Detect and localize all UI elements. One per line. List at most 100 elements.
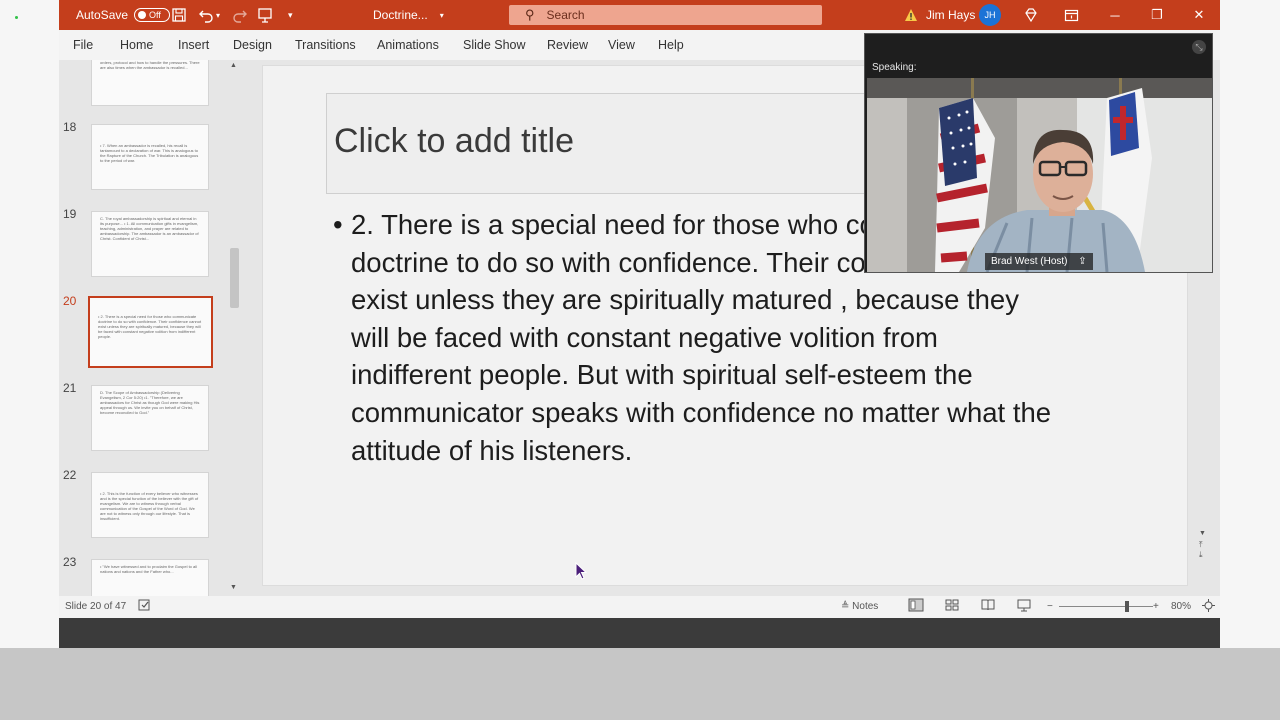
zoom-out-button[interactable]: −: [1047, 601, 1053, 612]
scroll-down-icon[interactable]: ▼: [1199, 530, 1213, 537]
title-bar: AutoSave Off ▾ ▾ Doctrine... ▾ ⚲ Search …: [59, 0, 1220, 30]
slide-thumbnail[interactable]: D. The Scope of Ambassadorship (Deliveri…: [91, 385, 209, 451]
mouse-cursor-icon: [575, 562, 587, 580]
slide-thumbnail-active[interactable]: • 2. There is a special need for those w…: [88, 296, 213, 368]
slide-number: 20: [63, 294, 77, 308]
slide-position[interactable]: Slide 20 of 47: [65, 601, 126, 612]
normal-view-icon[interactable]: [908, 598, 924, 615]
host-name-label: Brad West (Host) ⇪: [985, 253, 1093, 270]
search-placeholder: Search: [546, 8, 585, 22]
close-button[interactable]: ✕: [1179, 0, 1219, 30]
title-placeholder-text: Click to add title: [334, 122, 574, 160]
warning-icon[interactable]: [904, 0, 918, 30]
file-name[interactable]: Doctrine... ▾: [373, 0, 444, 30]
minimize-icon: ─: [1110, 7, 1120, 23]
redo-button[interactable]: [232, 0, 248, 30]
minimize-button[interactable]: ─: [1095, 0, 1135, 30]
scroll-up-icon[interactable]: ▲: [230, 62, 237, 69]
user-name[interactable]: Jim Hays: [926, 0, 975, 30]
undo-icon: [199, 10, 213, 23]
bullet: •: [333, 209, 343, 240]
notes-icon: ≜: [841, 601, 850, 612]
autosave-toggle[interactable]: Off: [134, 8, 171, 22]
slide-number: 18: [63, 120, 77, 134]
autosave-label: AutoSave: [76, 8, 129, 22]
user-avatar[interactable]: JH: [979, 0, 1001, 30]
present-button[interactable]: [257, 0, 273, 30]
taskbar: [59, 618, 1220, 648]
zoom-level[interactable]: 80%: [1171, 601, 1191, 612]
slide-number: 21: [63, 381, 77, 395]
desktop-right-strip: [1220, 0, 1280, 648]
tab-transitions[interactable]: Transitions: [295, 38, 356, 52]
file-name-label: Doctrine...: [373, 8, 428, 22]
close-icon: ✕: [1193, 7, 1205, 22]
host-name: Brad West (Host): [991, 256, 1068, 267]
tab-animations[interactable]: Animations: [377, 38, 439, 52]
ribbon-display-button[interactable]: [1064, 0, 1079, 30]
autosave-state: Off: [149, 10, 161, 20]
thumbnail-text: • 2. This is the function of every belie…: [100, 491, 199, 521]
speaking-label: Speaking:: [872, 62, 917, 73]
avatar: JH: [979, 4, 1001, 26]
speaker-video: [867, 78, 1212, 272]
slideshow-view-icon[interactable]: [1017, 599, 1031, 615]
slide-scrollbar[interactable]: ▼ ⤒ ⤓: [1199, 530, 1213, 560]
title-placeholder[interactable]: Click to add title: [326, 93, 926, 194]
tab-file[interactable]: File: [73, 38, 93, 52]
save-icon: [172, 8, 186, 22]
tab-design[interactable]: Design: [233, 38, 272, 52]
slide-thumbnail[interactable]: Spiritual perspective. The Lord Jesus Ch…: [91, 60, 209, 106]
diamond-icon: [1025, 8, 1037, 23]
status-bar: Slide 20 of 47 ≜ Notes − + 80%: [59, 596, 1220, 618]
reading-view-icon[interactable]: [981, 599, 995, 614]
undo-button[interactable]: ▾: [198, 0, 220, 30]
slide-number: 22: [63, 468, 77, 482]
thumbnail-scrollbar[interactable]: ▲ ▼: [227, 60, 241, 596]
tab-insert[interactable]: Insert: [178, 38, 209, 52]
tab-view[interactable]: View: [608, 38, 635, 52]
scroll-thumb[interactable]: [230, 248, 239, 308]
collapse-video-icon[interactable]: ⤡: [1192, 40, 1206, 54]
zoom-slider[interactable]: [1059, 601, 1153, 612]
desktop-left-strip: [0, 0, 59, 648]
scroll-down-icon[interactable]: ▼: [230, 584, 237, 591]
restore-icon: ❐: [1151, 7, 1163, 22]
tab-review[interactable]: Review: [547, 38, 588, 52]
undo-dropdown-icon[interactable]: ▾: [216, 11, 220, 20]
slide-thumbnail-pane: Spiritual perspective. The Lord Jesus Ch…: [59, 60, 249, 596]
save-button[interactable]: [171, 0, 187, 30]
thumbnail-text: Spiritual perspective. The Lord Jesus Ch…: [100, 60, 200, 70]
zoom-slider-thumb[interactable]: [1124, 601, 1129, 612]
video-call-overlay[interactable]: ⤡ Speaking: Brad West (Host) ⇪: [864, 33, 1213, 273]
redo-icon: [233, 10, 247, 23]
slide-thumbnail[interactable]: C. The royal ambassadorship is spiritual…: [91, 211, 209, 277]
slide-thumbnail[interactable]: • 7. When an ambassador is recalled, his…: [91, 124, 209, 190]
notes-button[interactable]: ≜ Notes: [841, 601, 878, 612]
restore-button[interactable]: ❐: [1137, 0, 1177, 30]
present-icon: [258, 8, 272, 23]
customize-toolbar-icon[interactable]: ▾: [288, 0, 293, 30]
notes-label: Notes: [852, 601, 879, 612]
fit-to-window-icon[interactable]: [1202, 599, 1215, 615]
accessibility-icon[interactable]: [138, 599, 151, 615]
tab-slide-show[interactable]: Slide Show: [463, 38, 526, 52]
slide-number: 19: [63, 207, 77, 221]
thumbnail-text: • "We have witnessed and to proclaim the…: [100, 564, 198, 574]
tab-home[interactable]: Home: [120, 38, 153, 52]
premium-button[interactable]: [1023, 0, 1039, 30]
thumbnail-text: • 2. There is a special need for those w…: [98, 314, 202, 339]
previous-slide-icon[interactable]: ⤒: [1199, 540, 1213, 550]
zoom-in-button[interactable]: +: [1153, 601, 1159, 612]
speaker-video-image: [867, 78, 1212, 272]
thumbnail-text: C. The royal ambassadorship is spiritual…: [100, 216, 199, 241]
slide-sorter-icon[interactable]: [945, 599, 959, 614]
slide-thumbnail[interactable]: • 2. This is the function of every belie…: [91, 472, 209, 538]
slide-thumbnail[interactable]: • "We have witnessed and to proclaim the…: [91, 559, 209, 596]
share-icon[interactable]: ⇪: [1078, 256, 1086, 267]
autosave[interactable]: AutoSave Off: [76, 0, 171, 30]
toggle-knob: [138, 11, 147, 19]
search-input[interactable]: ⚲ Search: [509, 5, 822, 25]
next-slide-icon[interactable]: ⤓: [1199, 550, 1213, 560]
tab-help[interactable]: Help: [658, 38, 684, 52]
